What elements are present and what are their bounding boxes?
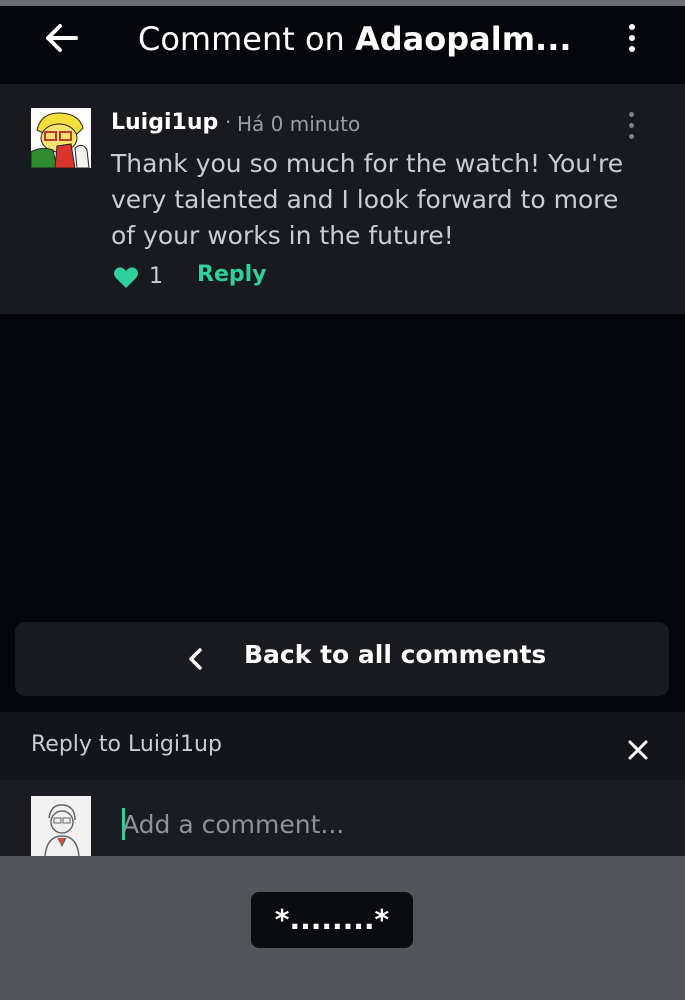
comment-composer <box>0 780 685 856</box>
like-count: 1 <box>149 264 163 289</box>
arrow-left-icon[interactable] <box>42 18 82 58</box>
page-title-prefix: Comment on <box>138 20 355 58</box>
avatar[interactable] <box>31 108 91 168</box>
kebab-vertical-icon[interactable] <box>620 18 644 58</box>
comment-input[interactable] <box>122 804 602 844</box>
comment-timestamp: Há 0 minuto <box>237 112 361 136</box>
comment-menu-icon[interactable] <box>622 108 642 144</box>
page-title-name: Adaopalm... <box>354 20 572 58</box>
toast-message: *........* <box>251 892 413 948</box>
comment-separator: · <box>225 110 232 134</box>
screen: Comment on Adaopalm... Luigi1up · Há 0 m… <box>0 0 685 1000</box>
heart-icon <box>114 267 138 288</box>
back-to-all-comments-button[interactable]: Back to all comments <box>15 622 669 696</box>
app-header: Comment on Adaopalm... <box>0 6 685 82</box>
comment-card: Luigi1up · Há 0 minuto Thank you so much… <box>0 84 685 314</box>
reply-to-label: Reply to Luigi1up <box>31 732 222 757</box>
comment-author[interactable]: Luigi1up <box>111 110 218 135</box>
chevron-left-icon <box>189 648 202 670</box>
close-icon[interactable] <box>626 738 650 762</box>
comment-body: Thank you so much for the watch! You're … <box>111 149 624 250</box>
back-to-all-comments-label: Back to all comments <box>244 640 547 669</box>
reply-button[interactable]: Reply <box>197 262 267 287</box>
user-avatar <box>31 796 91 856</box>
reply-context-bar: Reply to Luigi1up <box>0 712 685 780</box>
page-title: Comment on Adaopalm... <box>138 14 572 64</box>
bottom-overlay: *........* <box>0 856 685 1000</box>
